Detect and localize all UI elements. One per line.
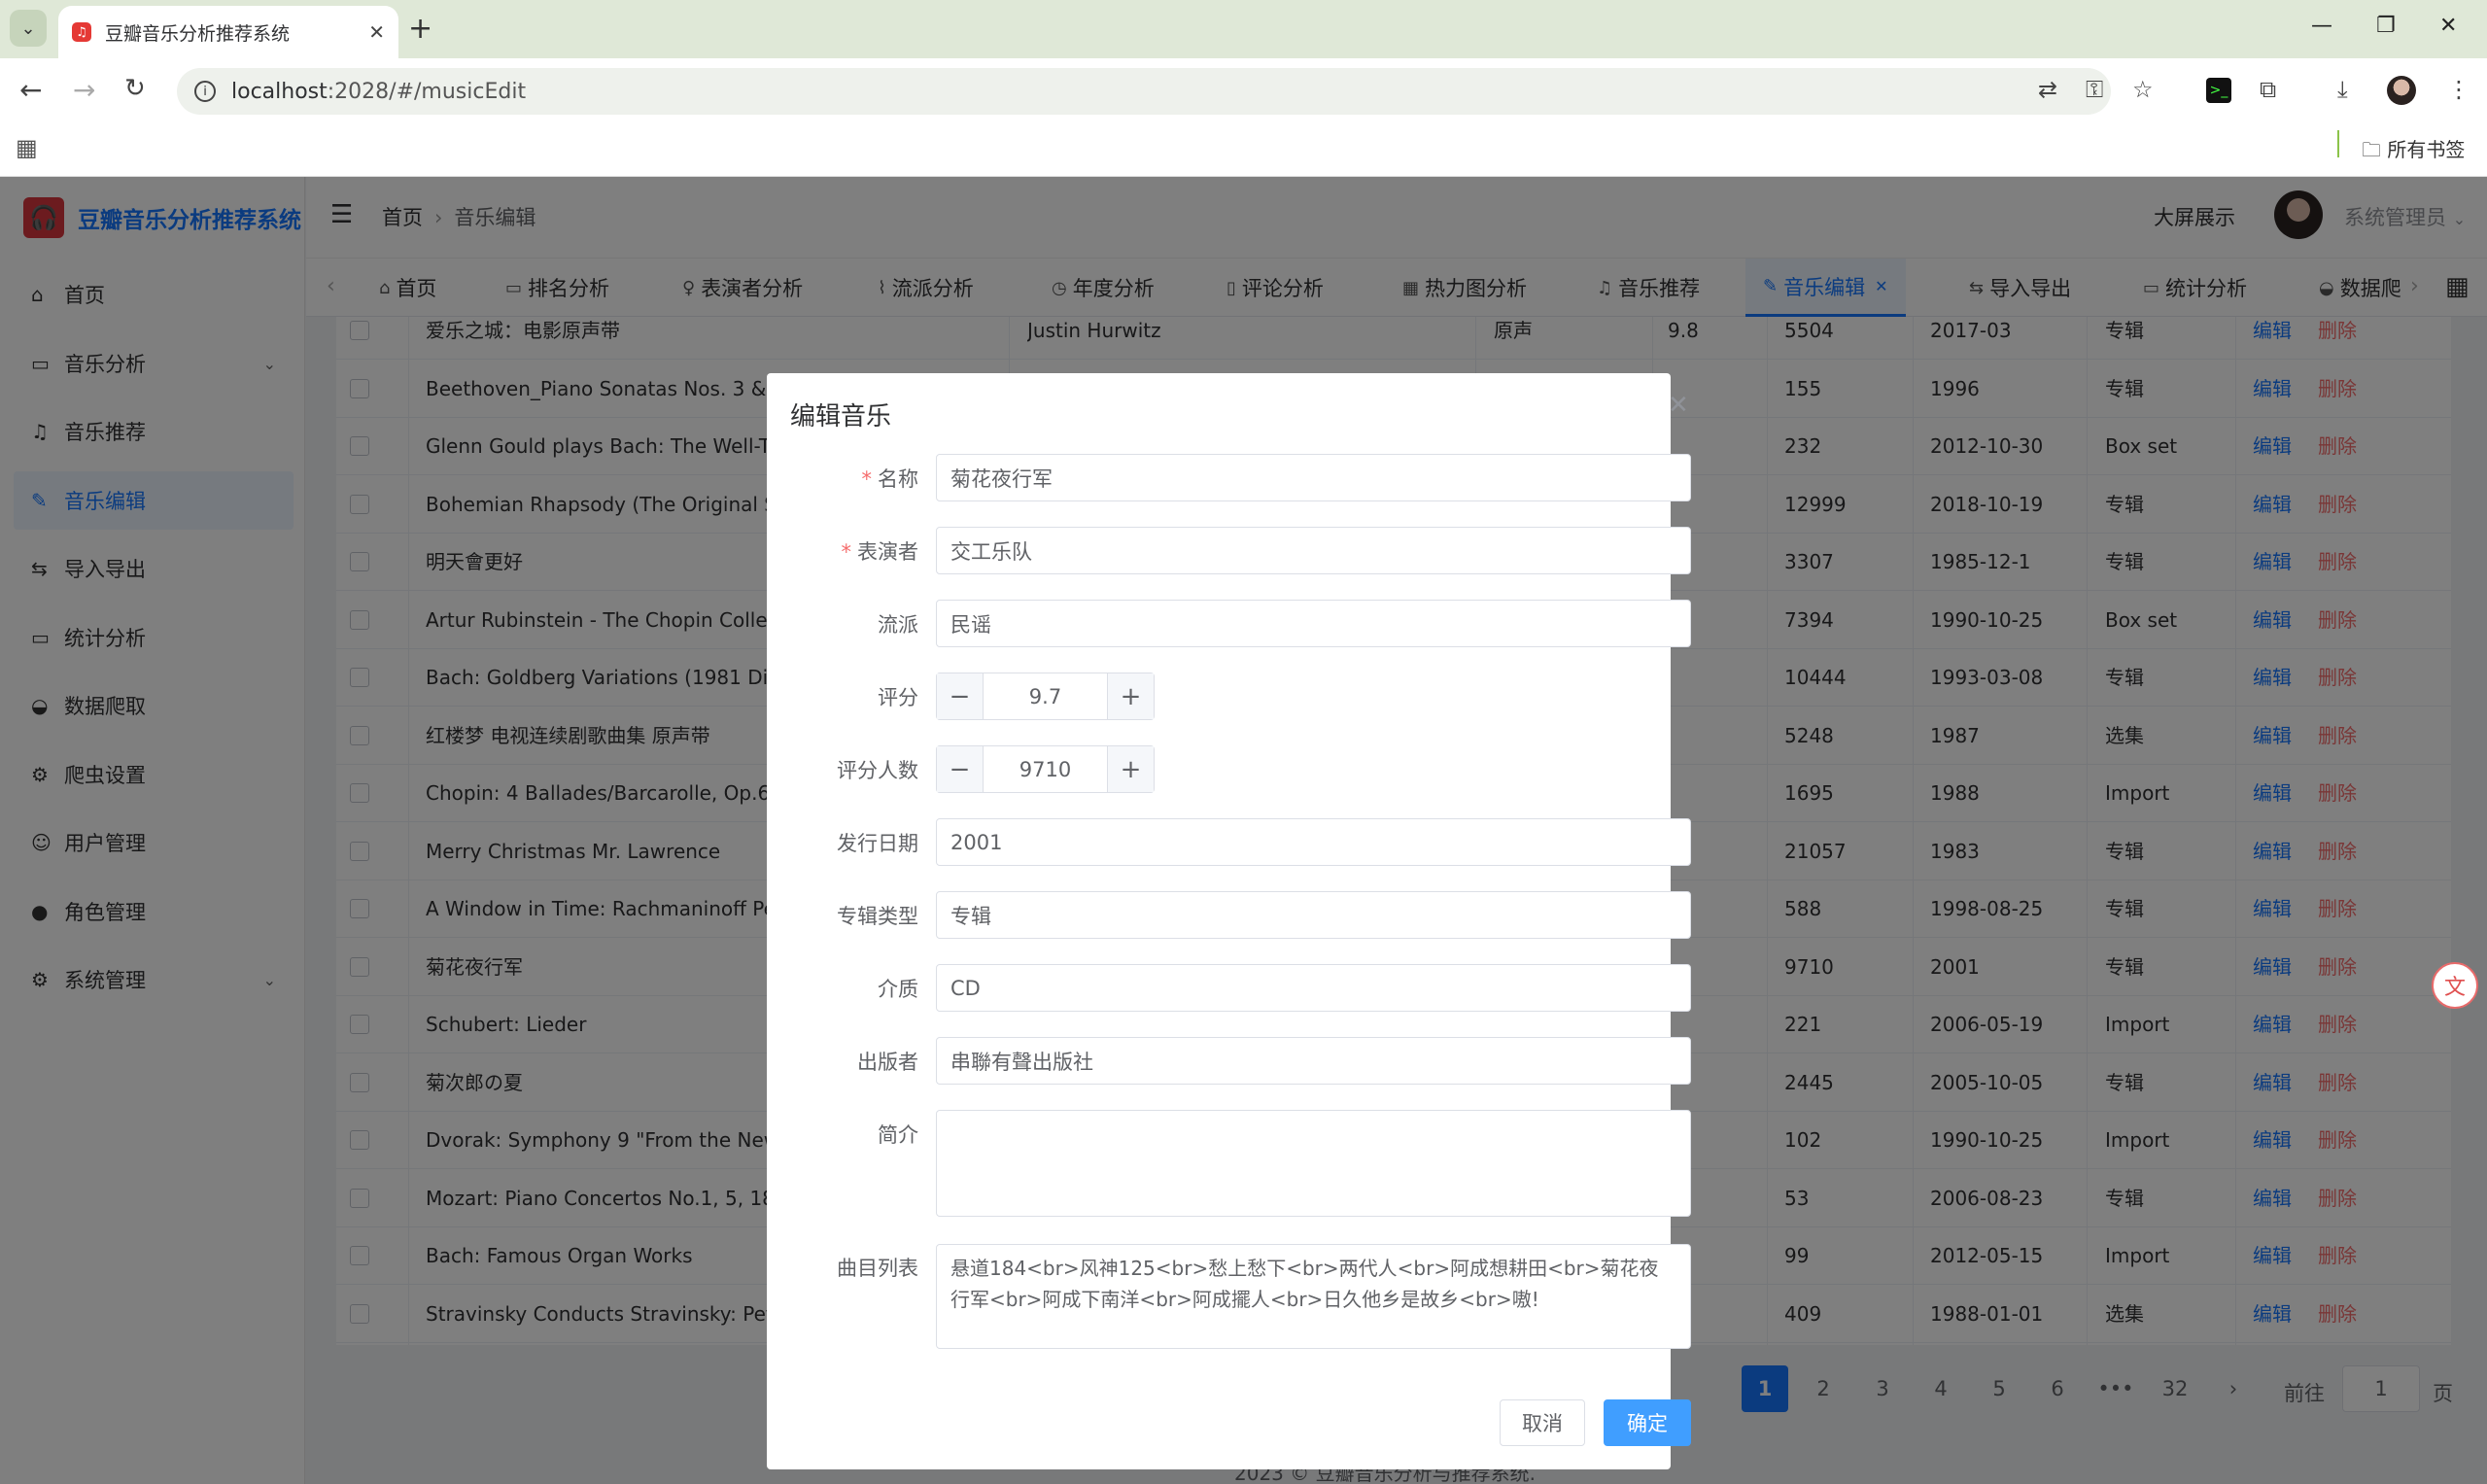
publisher-label: 出版者 (857, 1051, 918, 1074)
key-icon[interactable]: ⚿ (2086, 76, 2103, 103)
album-type-label: 专辑类型 (837, 905, 918, 928)
folder-icon: 🗀 (2362, 138, 2381, 161)
translate-icon[interactable]: ⇄ (2038, 76, 2057, 103)
artist-label: * 表演者 (841, 540, 919, 564)
download-icon[interactable]: ⤓ (2337, 76, 2348, 103)
decrease-icon[interactable]: − (937, 746, 984, 792)
increase-icon[interactable]: + (1107, 746, 1154, 792)
release-label: 发行日期 (837, 832, 918, 855)
release-date-input[interactable]: 2001 (936, 818, 1691, 866)
chevron-down-icon: ⌄ (20, 17, 36, 39)
intro-textarea[interactable] (936, 1110, 1691, 1217)
genre-label: 流派 (878, 613, 918, 637)
url-path: :2028/#/musicEdit (327, 79, 527, 104)
genre-input[interactable]: 民谣 (936, 600, 1691, 647)
medium-label: 介质 (878, 978, 918, 1001)
votes-stepper[interactable]: − 9710 + (936, 745, 1155, 793)
score-stepper[interactable]: − 9.7 + (936, 673, 1155, 720)
terminal-extension-icon[interactable]: >_ (2206, 78, 2231, 103)
close-window-icon[interactable]: ✕ (2439, 14, 2457, 38)
dialog-title: 编辑音乐 (790, 402, 892, 431)
forward-icon[interactable]: → (73, 74, 95, 106)
favicon-icon: ♫ (72, 22, 91, 42)
reload-icon[interactable]: ↻ (124, 74, 146, 103)
intro-label: 简介 (878, 1123, 918, 1147)
apps-grid-icon[interactable]: ▦ (16, 134, 38, 161)
decrease-icon[interactable]: − (937, 673, 984, 719)
close-icon[interactable]: ✕ (1668, 391, 1689, 420)
cancel-button[interactable]: 取消 (1500, 1399, 1585, 1446)
votes-value[interactable]: 9710 (984, 746, 1107, 792)
score-value[interactable]: 9.7 (984, 673, 1107, 719)
confirm-button[interactable]: 确定 (1604, 1399, 1691, 1446)
publisher-input[interactable]: 串聯有聲出版社 (936, 1037, 1691, 1085)
score-label: 评分 (878, 686, 918, 709)
browser-tab-title: 豆瓣音乐分析推荐系统 (105, 22, 291, 45)
all-bookmarks-label: 所有书签 (2387, 138, 2466, 161)
restore-icon[interactable]: ❐ (2376, 14, 2396, 38)
votes-label: 评分人数 (837, 759, 918, 782)
increase-icon[interactable]: + (1107, 673, 1154, 719)
more-menu-icon[interactable]: ⋮ (2447, 76, 2470, 103)
all-bookmarks[interactable]: 🗀 所有书签 (2362, 134, 2465, 169)
tracks-textarea[interactable]: 悬道184<br>风神125<br>愁上愁下<br>两代人<br>阿成想耕田<b… (936, 1244, 1691, 1349)
tab-search-button[interactable]: ⌄ (10, 10, 47, 47)
url-field[interactable]: i localhost:2028/#/musicEdit (177, 68, 2111, 115)
artist-input[interactable]: 交工乐队 (936, 527, 1691, 574)
star-icon[interactable]: ☆ (2132, 76, 2154, 103)
browser-tab[interactable]: ♫ 豆瓣音乐分析推荐系统 ✕ (58, 6, 398, 58)
profile-avatar[interactable] (2387, 76, 2416, 105)
site-info-icon[interactable]: i (194, 81, 216, 102)
tracks-label: 曲目列表 (837, 1257, 918, 1280)
translate-float-icon[interactable]: 文 (2432, 962, 2478, 1009)
close-tab-icon[interactable]: ✕ (368, 20, 385, 44)
extensions-icon[interactable]: ⧉ (2260, 76, 2276, 103)
name-label: * 名称 (861, 467, 919, 491)
url-host: localhost (231, 79, 328, 104)
new-tab-button[interactable]: + (408, 12, 432, 46)
album-type-input[interactable]: 专辑 (936, 891, 1691, 939)
name-input[interactable]: 菊花夜行军 (936, 454, 1691, 501)
medium-input[interactable]: CD (936, 964, 1691, 1012)
back-icon[interactable]: ← (19, 74, 42, 106)
minimize-icon[interactable]: — (2311, 14, 2332, 38)
bookmarks-bar (0, 126, 2487, 177)
